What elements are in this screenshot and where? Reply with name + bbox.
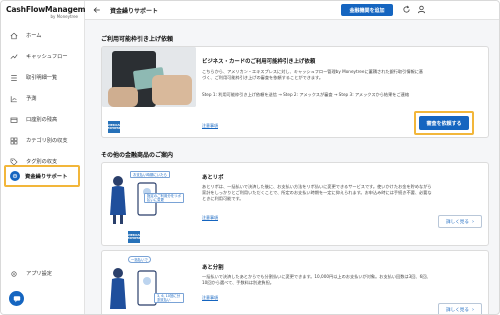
app-logo[interactable]: CashFlowManagement by Moneytree — [6, 5, 99, 19]
section-title-limit-increase: ご利用可能枠引き上げ依頼 — [101, 36, 174, 43]
forecast-icon — [10, 95, 18, 103]
category-icon — [10, 137, 18, 145]
gear-icon — [10, 270, 18, 278]
settings-row[interactable]: アプリ設定 — [1, 263, 85, 284]
sidebar-item-label: 資金繰りサポート — [25, 174, 68, 180]
atobunkatsu-illustration — [104, 253, 196, 314]
amex-logo: AMERICAN EXPRESS — [106, 121, 122, 133]
sidebar-item-label: 予測 — [26, 96, 37, 102]
product-card-atoribo: お支払い時期にいたら 指定のご利用分をリボ払いに変更 AMERICAN EXPR… — [101, 162, 489, 246]
chat-icon — [13, 295, 20, 302]
add-institution-button[interactable]: 金融機関を追加 — [341, 4, 393, 16]
apply-review-button[interactable]: 審査を依頼する — [419, 116, 469, 130]
sidebar: CashFlowManagement by Moneytree ホーム キャッシ… — [1, 1, 99, 314]
more-button-label: 詳しく見る — [446, 219, 469, 225]
cashflow-icon — [10, 53, 18, 61]
notes-link[interactable]: 注意事項 — [202, 215, 218, 221]
atobunkatsu-badge-2: 3, 6, 10回に分割支払い — [154, 293, 184, 304]
main-content: ご利用可能枠引き上げ依頼 AMERICAN EXPRESS ビジネス・カードのご… — [85, 20, 499, 314]
more-button-label: 詳しく見る — [446, 307, 469, 313]
atoribo-badge-2: 指定のご利用分をリボ払いに変更 — [144, 193, 184, 204]
home-icon — [10, 32, 18, 40]
sidebar-item-label: 口座別の残高 — [26, 117, 58, 123]
app-window: CashFlowManagement by Moneytree ホーム キャッシ… — [0, 0, 500, 315]
sidebar-item-account-balances[interactable]: 口座別の残高 — [1, 109, 85, 130]
atobunkatsu-badge-1: 一括払いで — [128, 256, 151, 263]
sidebar-item-forecast[interactable]: 予測 — [1, 88, 85, 109]
amex-logo-text: AMERICAN EXPRESS — [126, 234, 142, 240]
logo-main-text: CashFlowManagement — [6, 5, 99, 14]
product-card-atobunkatsu: 一括払いで 3, 6, 10回に分割支払い あと分割 一括払いで決済したあとから… — [101, 250, 489, 314]
sidebar-item-label: 取引明細一覧 — [26, 75, 58, 81]
section-title-other-products: その他の金融商品のご案内 — [101, 152, 174, 159]
funding-support-icon — [10, 171, 20, 181]
sidebar-item-label: カテゴリ別の収支 — [26, 138, 68, 144]
chat-support-button[interactable] — [9, 291, 24, 306]
chevron-right-icon: › — [471, 306, 474, 313]
product-name: あとリボ — [202, 175, 224, 181]
amex-logo-text: AMERICAN EXPRESS — [106, 124, 122, 130]
refresh-icon[interactable] — [402, 5, 411, 14]
sidebar-item-label: アプリ設定 — [26, 271, 52, 277]
card-heading: ビジネス・カードのご利用可能枠引き上げ依頼 — [202, 59, 316, 65]
chevron-right-icon: › — [471, 218, 474, 225]
apply-button-highlight: 審査を依頼する — [414, 111, 474, 135]
logo-sub-text: by Moneytree — [50, 14, 79, 19]
card-steps: Step 1: 利用可能枠引き上げ依頼を送信 → Step 2: アメックスが審… — [202, 92, 410, 97]
sidebar-item-transactions[interactable]: 取引明細一覧 — [1, 67, 85, 88]
top-bar: 資金繰りサポート 金融機関を追加 — [85, 1, 499, 20]
product-description: 一括払いで決済したあとからでも分割払いに変更できます。10,000円以上のお支払… — [202, 274, 431, 285]
product-description: あとリボは、一括払いで決済した後に、お支払い方法をリボ払いに変更できるサービスで… — [202, 184, 432, 201]
back-arrow-icon[interactable] — [93, 6, 101, 14]
sidebar-nav: ホーム キャッシュフロー 取引明細一覧 予測 口座別の残高 カテゴリ別の収支 タ… — [1, 25, 85, 172]
sidebar-item-label: タグ別の収支 — [26, 159, 58, 165]
amex-logo: AMERICAN EXPRESS — [126, 231, 142, 243]
business-card-photo — [102, 47, 196, 107]
list-icon — [10, 74, 18, 82]
page-title: 資金繰りサポート — [110, 8, 159, 15]
sidebar-item-cashflow[interactable]: キャッシュフロー — [1, 46, 85, 67]
user-icon[interactable] — [417, 5, 426, 14]
notes-link[interactable]: 注意事項 — [202, 123, 218, 129]
sidebar-item-label: ホーム — [26, 33, 42, 39]
atobunkatsu-more-button[interactable]: 詳しく見る › — [438, 303, 482, 314]
product-name: あと分割 — [202, 265, 224, 271]
sidebar-item-label: キャッシュフロー — [26, 54, 68, 60]
sidebar-item-funding-support[interactable]: 資金繰りサポート — [4, 165, 80, 187]
atoribo-more-button[interactable]: 詳しく見る › — [438, 215, 482, 228]
card-description: こちらから、アメリカン・エキスプレスに対し、キャッシュフロー管理by Money… — [202, 69, 424, 80]
account-icon — [10, 116, 18, 124]
notes-link[interactable]: 注意事項 — [202, 295, 218, 301]
sidebar-item-category-balance[interactable]: カテゴリ別の収支 — [1, 130, 85, 151]
sidebar-item-home[interactable]: ホーム — [1, 25, 85, 46]
sidebar-item-settings[interactable]: アプリ設定 — [1, 263, 85, 284]
atoribo-badge-1: お支払い時期にいたら — [130, 171, 170, 178]
